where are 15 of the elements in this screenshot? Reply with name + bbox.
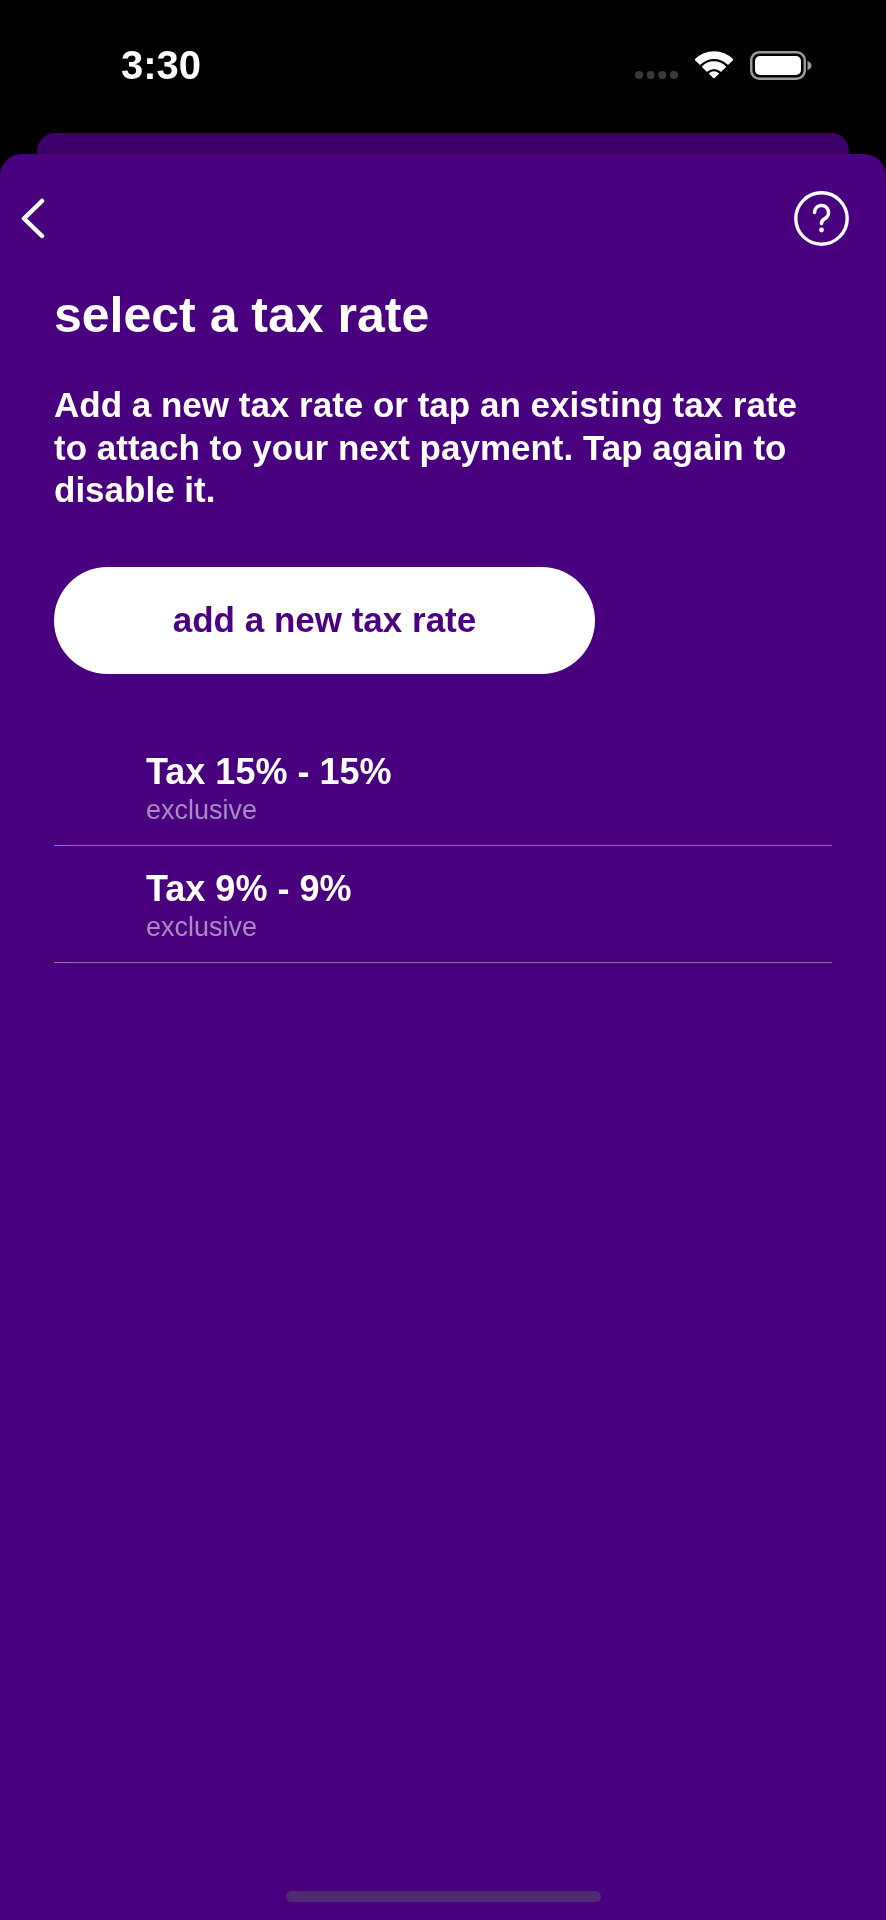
help-icon[interactable] [794,191,849,246]
status-time: 3:30 [121,42,202,89]
add-tax-rate-button[interactable]: add a new tax rate [54,566,595,674]
tax-rate-type: exclusive [146,910,259,943]
instructions-text: Add a new tax rate or tap an existing tax rate to attach to your next payment. Tap again to disable it. [54,384,798,511]
tax-rate-type: exclusive [146,793,259,826]
tax-rate-name: Tax 9% - 9% [146,866,353,910]
back-icon[interactable] [21,198,45,239]
battery-icon [750,50,812,80]
page-title: select a tax rate [54,286,431,345]
wifi-icon [694,51,734,79]
tax-rate-item[interactable]: Tax 9% - 9% exclusive [54,845,832,963]
tax-rate-item[interactable]: Tax 15% - 15% exclusive [54,728,832,846]
signal-dots-icon [635,71,678,79]
tax-rate-name: Tax 15% - 15% [146,749,393,793]
